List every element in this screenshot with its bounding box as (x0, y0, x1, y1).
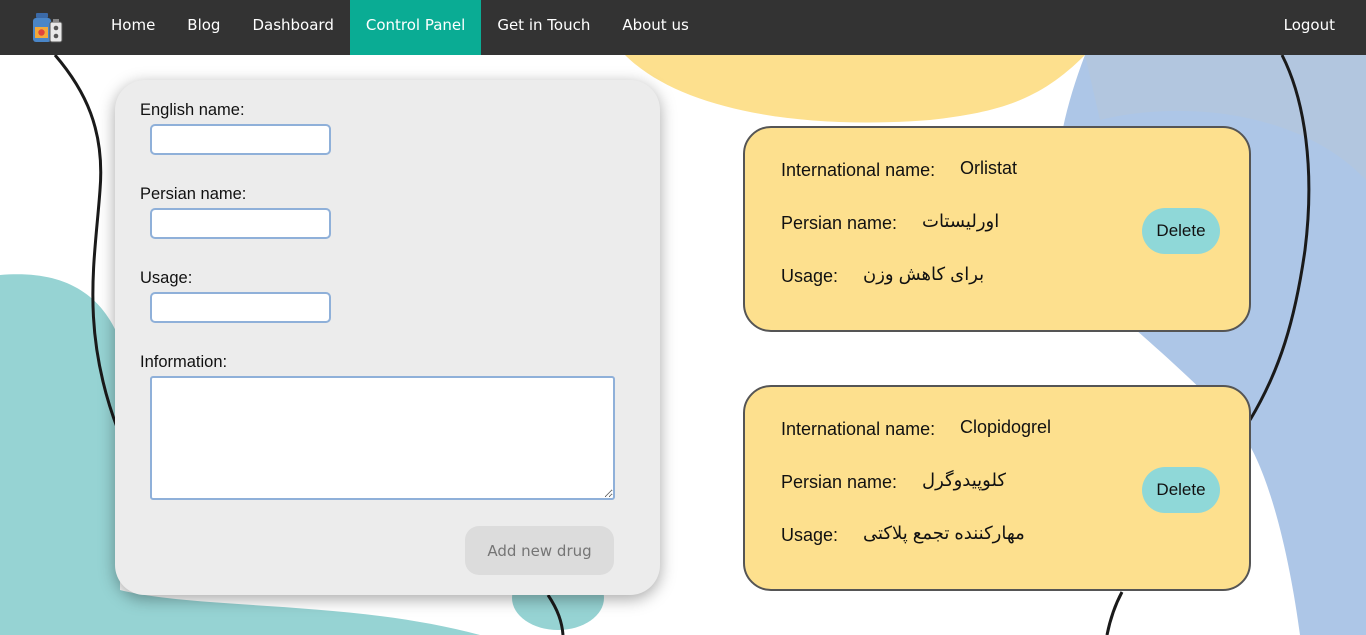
usage-row: Usage: برای کاهش وزن (781, 264, 984, 287)
usage-label: Usage: (781, 266, 839, 286)
persian-name-label: Persian name: (781, 472, 898, 492)
usage-value: مهارکننده تجمع پلاکتی (863, 523, 1025, 543)
nav-dashboard[interactable]: Dashboard (236, 0, 349, 55)
information-label: Information: (140, 353, 228, 371)
persian-name-input[interactable] (150, 208, 331, 239)
pharmacy-bottles-icon[interactable] (30, 9, 66, 45)
international-name-label: International name: (781, 419, 936, 439)
drug-card: International name: Orlistat Persian nam… (743, 126, 1251, 332)
delete-button[interactable]: Delete (1142, 467, 1220, 513)
international-name-label: International name: (781, 160, 936, 180)
persian-name-value: کلوپیدوگرل (922, 470, 1006, 490)
drug-card: International name: Clopidogrel Persian … (743, 385, 1251, 591)
right-bottom-curve-line (1105, 591, 1124, 635)
nav-blog[interactable]: Blog (171, 0, 236, 55)
nav-home[interactable]: Home (95, 0, 171, 55)
international-name-row: International name: Clopidogrel (781, 417, 1051, 440)
information-textarea[interactable] (150, 376, 615, 500)
nav-links: Home Blog Dashboard Control Panel Get in… (95, 0, 705, 55)
international-name-value: Clopidogrel (960, 417, 1052, 437)
add-new-drug-button[interactable]: Add new drug (465, 526, 614, 575)
persian-name-row: Persian name: اورلیستات (781, 211, 999, 234)
yellow-blob (625, 55, 1085, 123)
international-name-row: International name: Orlistat (781, 158, 1017, 181)
add-drug-form: English name: Persian name: Usage: Infor… (115, 80, 660, 595)
logout-link[interactable]: Logout (1269, 0, 1350, 55)
persian-name-label: Persian name: (140, 185, 247, 203)
delete-button[interactable]: Delete (1142, 208, 1220, 254)
usage-input[interactable] (150, 292, 331, 323)
english-name-input[interactable] (150, 124, 331, 155)
nav-control-panel[interactable]: Control Panel (349, 0, 482, 55)
nav-get-in-touch[interactable]: Get in Touch (481, 0, 606, 55)
usage-row: Usage: مهارکننده تجمع پلاکتی (781, 523, 1025, 546)
persian-name-label: Persian name: (781, 213, 898, 233)
usage-value: برای کاهش وزن (863, 264, 985, 284)
persian-name-row: Persian name: کلوپیدوگرل (781, 470, 1006, 493)
english-name-label: English name: (140, 101, 245, 119)
international-name-value: Orlistat (960, 158, 1018, 178)
persian-name-value: اورلیستات (922, 211, 1000, 231)
usage-label: Usage: (140, 269, 193, 287)
top-navbar: Home Blog Dashboard Control Panel Get in… (0, 0, 1366, 55)
usage-label: Usage: (781, 525, 839, 545)
nav-about-us[interactable]: About us (606, 0, 704, 55)
